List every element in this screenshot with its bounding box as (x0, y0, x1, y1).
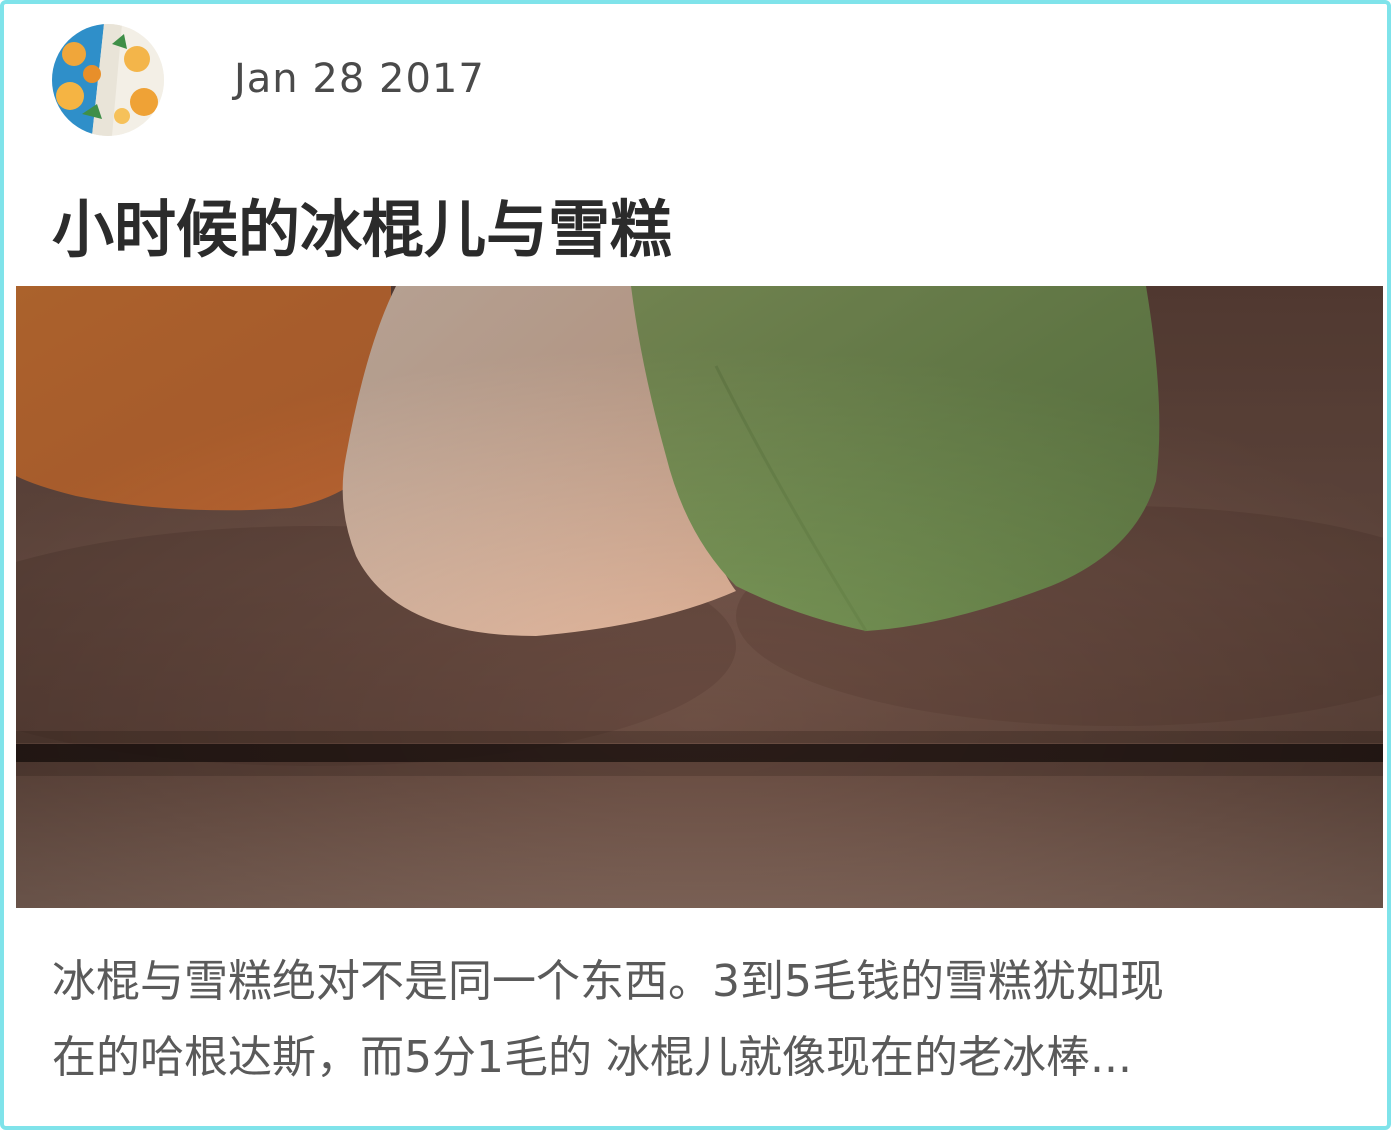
cover-image[interactable] (16, 286, 1383, 908)
post-header: Jan 28 2017 (4, 4, 1387, 154)
post-excerpt: 冰棍与雪糕绝对不是同一个东西。3到5毛钱的雪糕犹如现 在的哈根达斯，而5分1毛的… (52, 956, 1164, 1083)
popsicles-photo (16, 286, 1383, 908)
avatar-image (52, 24, 164, 136)
post-card[interactable]: Jan 28 2017 小时候的冰棍儿与雪糕 冰棍与雪糕绝对不是同一个东西。3到… (0, 0, 1391, 1130)
post-date: Jan 28 2017 (234, 56, 485, 102)
post-title[interactable]: 小时候的冰棍儿与雪糕 (52, 179, 672, 269)
author-avatar[interactable] (52, 24, 164, 136)
